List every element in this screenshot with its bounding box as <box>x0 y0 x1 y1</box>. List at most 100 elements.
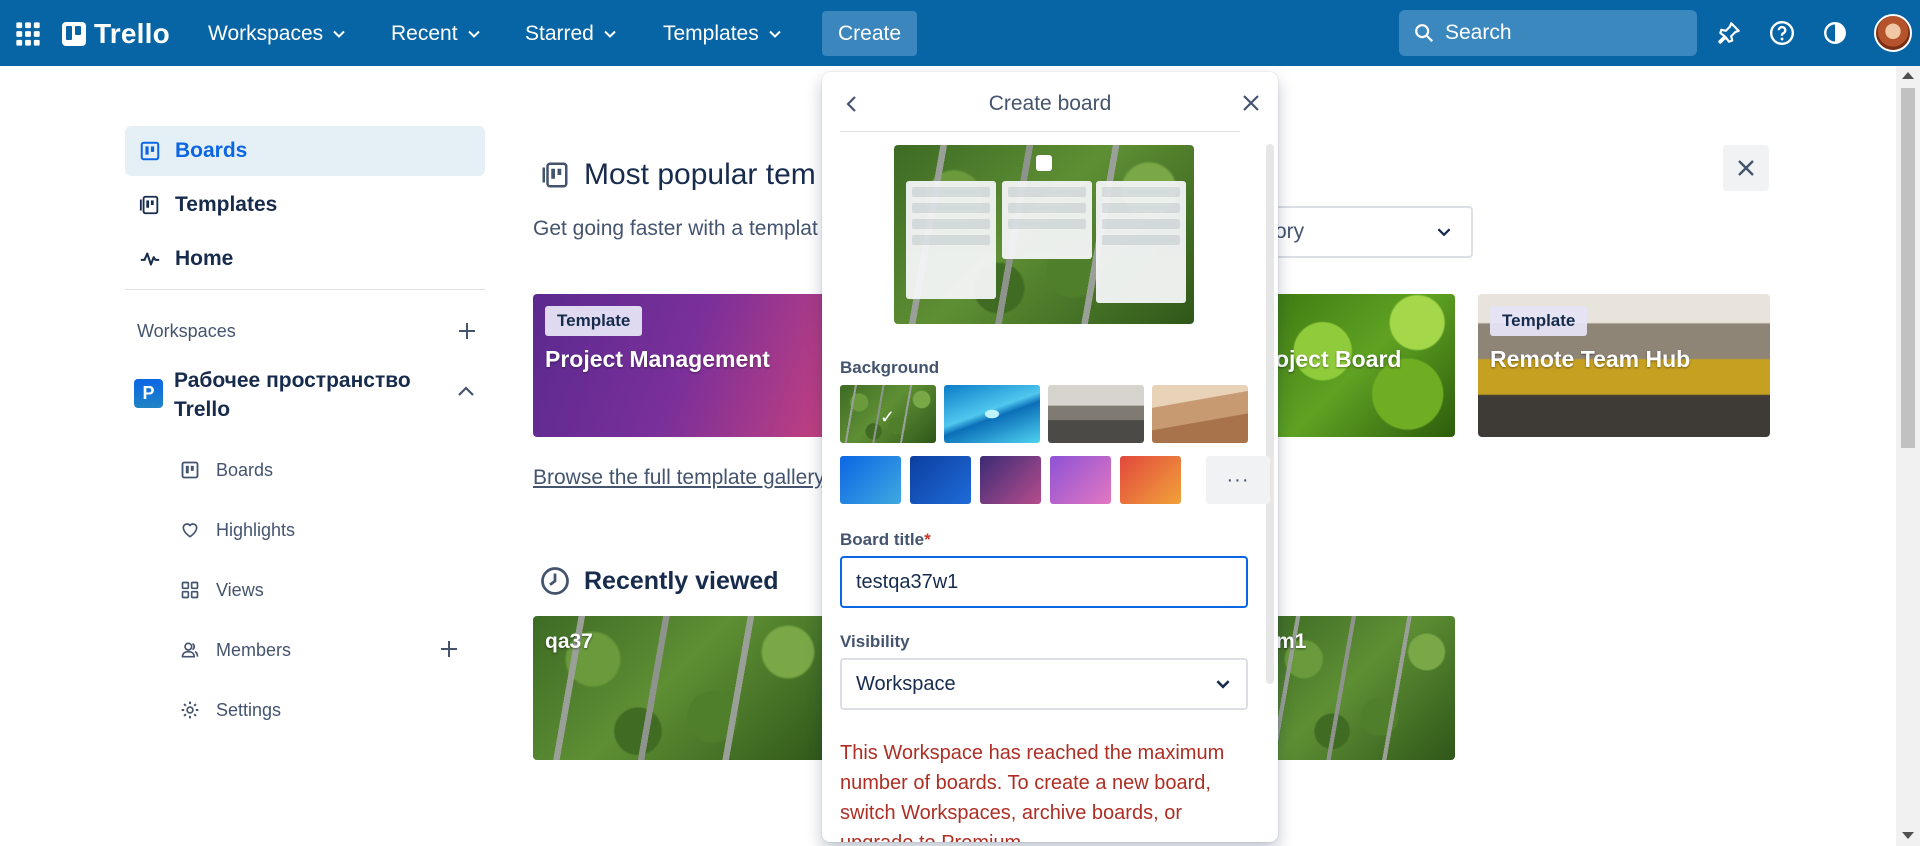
close-templates-button[interactable] <box>1723 145 1769 191</box>
scroll-up-icon[interactable] <box>1902 72 1914 79</box>
browse-template-gallery-link[interactable]: Browse the full template gallery <box>533 466 825 490</box>
nav-recent-label: Recent <box>391 22 458 45</box>
app-switcher-icon[interactable] <box>14 20 42 48</box>
background-option-desert[interactable] <box>1152 385 1248 443</box>
popular-templates-heading: Most popular tem <box>540 158 816 192</box>
trello-logo[interactable]: Trello <box>62 18 170 50</box>
clock-icon <box>541 567 569 595</box>
workspace-item-highlights[interactable]: Highlights <box>180 510 295 550</box>
board-title: qa37 <box>545 630 593 653</box>
preview-list <box>906 181 996 299</box>
template-icon <box>542 162 568 188</box>
workspace-item-label: Highlights <box>216 519 296 540</box>
template-card-remote-team-hub[interactable]: Template Remote Team Hub <box>1478 294 1770 437</box>
grid-icon <box>181 581 199 599</box>
logo-text: Trello <box>94 18 170 49</box>
visibility-label: Visibility <box>840 632 910 651</box>
workspace-item-label: Boards <box>216 459 274 480</box>
theme-toggle-icon[interactable] <box>1820 18 1850 48</box>
add-member-icon[interactable] <box>438 638 460 660</box>
nav-workspaces-label: Workspaces <box>208 22 324 45</box>
create-button[interactable]: Create <box>822 11 917 56</box>
board-icon <box>140 141 160 161</box>
board-title-label: Board title* <box>840 530 931 550</box>
trello-logo-icon <box>62 22 86 46</box>
template-icon <box>139 195 159 215</box>
popular-templates-title: Most popular tem <box>584 158 816 191</box>
category-select-value: ory <box>1275 220 1305 243</box>
background-color-blue[interactable] <box>840 456 901 504</box>
template-card-project-management[interactable]: Template Project Management <box>533 294 833 437</box>
board-title-label-text: Board title <box>840 530 925 549</box>
workspaces-heading: Workspaces <box>137 321 236 341</box>
sidebar-item-label: Home <box>175 247 234 270</box>
sidebar-item-label: Boards <box>175 139 248 162</box>
chevron-down-icon <box>1216 680 1230 689</box>
background-color-purple[interactable] <box>980 456 1041 504</box>
preview-list <box>1002 181 1092 259</box>
required-mark: * <box>924 530 931 549</box>
top-bar: Trello Workspaces Recent Starred Templat… <box>0 0 1920 66</box>
preview-list <box>1096 181 1186 303</box>
nav-templates[interactable]: Templates <box>655 16 791 52</box>
visibility-select[interactable]: Workspace <box>840 658 1248 710</box>
nav-recent[interactable]: Recent <box>383 16 490 52</box>
board-icon <box>181 461 199 479</box>
background-label: Background <box>840 358 940 377</box>
workspace-item-boards[interactable]: Boards <box>180 450 273 490</box>
close-icon <box>1738 160 1754 176</box>
background-color-dark-blue[interactable] <box>910 456 971 504</box>
board-preview <box>894 145 1194 324</box>
popover-divider <box>840 131 1240 132</box>
add-workspace-icon[interactable] <box>456 320 478 342</box>
nav-starred[interactable]: Starred <box>517 16 626 52</box>
more-backgrounds-button[interactable]: ··· <box>1206 456 1270 504</box>
board-title-input[interactable] <box>840 556 1248 608</box>
sidebar-item-boards[interactable]: Boards <box>125 126 485 176</box>
background-color-violet[interactable] <box>1050 456 1111 504</box>
popover-scrollbar[interactable] <box>1266 144 1274 684</box>
search-icon <box>1415 24 1434 43</box>
scrollbar-thumb[interactable] <box>1901 88 1915 448</box>
chevron-up-icon[interactable] <box>455 381 477 403</box>
template-title: Project Management <box>545 346 770 372</box>
background-option-forest[interactable]: ✓ <box>840 385 936 443</box>
sidebar-item-templates[interactable]: Templates <box>125 180 485 230</box>
scroll-down-icon[interactable] <box>1902 832 1914 839</box>
category-select[interactable]: ory <box>1245 206 1473 258</box>
template-card-project-board[interactable]: roject Board <box>1266 294 1455 437</box>
members-icon <box>181 642 199 658</box>
recently-viewed-heading: Recently viewed <box>540 566 779 596</box>
board-title: m1 <box>1276 630 1307 653</box>
board-card-m1[interactable]: m1 <box>1266 616 1455 760</box>
workspace-item-members[interactable]: Members <box>180 630 291 670</box>
create-board-popover: Create board Background ✓ ··· Board titl… <box>822 72 1278 842</box>
workspace-name[interactable]: Рабочее пространство Trello <box>174 366 434 424</box>
search-input[interactable]: Search <box>1399 10 1697 56</box>
workspace-item-label: Settings <box>216 699 282 720</box>
template-title: Remote Team Hub <box>1490 346 1691 372</box>
help-icon[interactable] <box>1767 18 1797 48</box>
workspace-item-label: Views <box>216 579 264 600</box>
board-card-qa37[interactable]: qa37 <box>533 616 833 760</box>
nav-workspaces[interactable]: Workspaces <box>200 16 355 52</box>
sidebar-item-home[interactable]: Home <box>125 234 485 284</box>
sidebar-divider <box>125 289 485 290</box>
notifications-icon[interactable] <box>1714 18 1744 48</box>
workspace-item-settings[interactable]: Settings <box>180 690 281 730</box>
workspace-badge: P <box>134 379 163 408</box>
background-option-waves[interactable] <box>944 385 1040 443</box>
close-icon[interactable] <box>1240 92 1262 114</box>
heart-icon <box>182 523 198 538</box>
background-color-orange[interactable] <box>1120 456 1181 504</box>
workspace-item-views[interactable]: Views <box>180 570 264 610</box>
chevron-down-icon <box>467 30 480 38</box>
page-scrollbar[interactable] <box>1896 66 1920 846</box>
board-limit-warning: This Workspace has reached the maximum n… <box>840 742 1225 842</box>
board-preview-icon <box>1036 155 1052 171</box>
search-placeholder: Search <box>1445 21 1512 44</box>
chevron-down-icon <box>333 30 345 38</box>
background-option-mountain-road[interactable] <box>1048 385 1144 443</box>
user-avatar[interactable] <box>1874 14 1912 52</box>
nav-starred-label: Starred <box>525 22 594 45</box>
